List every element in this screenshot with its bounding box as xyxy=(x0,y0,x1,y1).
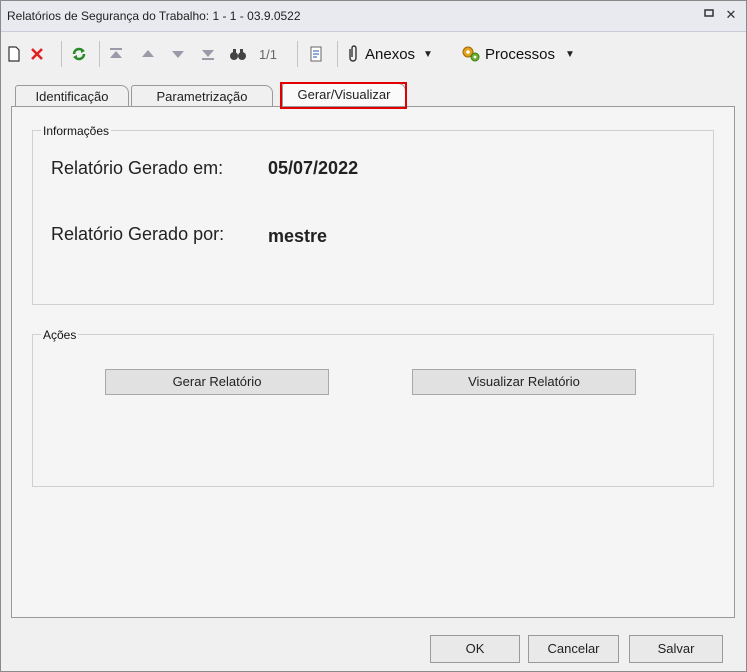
chevron-down-icon: ▼ xyxy=(565,48,575,60)
gears-icon xyxy=(461,45,481,63)
search-icon[interactable] xyxy=(227,43,249,65)
tab-gerar-visualizar[interactable]: Gerar/Visualizar xyxy=(282,83,406,108)
chevron-down-icon: ▼ xyxy=(423,48,433,60)
tab-label: Parametrização xyxy=(156,89,248,104)
toolbar-separator xyxy=(61,41,62,67)
next-record-icon[interactable] xyxy=(167,43,189,65)
tab-parametrizacao[interactable]: Parametrização xyxy=(131,85,273,108)
maximize-icon[interactable] xyxy=(701,7,717,23)
title-bar: Relatórios de Segurança do Trabalho: 1 -… xyxy=(1,1,746,32)
actions-group-title: Ações xyxy=(41,328,79,342)
paperclip-icon xyxy=(345,45,361,63)
first-record-icon[interactable] xyxy=(105,43,127,65)
close-icon[interactable]: ✕ xyxy=(723,7,739,23)
dialog-window: Relatórios de Segurança do Trabalho: 1 -… xyxy=(0,0,747,672)
actions-groupbox xyxy=(32,334,714,487)
window-title: Relatórios de Segurança do Trabalho: 1 -… xyxy=(7,9,301,23)
attachments-label: Anexos xyxy=(365,45,416,63)
generated-on-value: 05/07/2022 xyxy=(268,158,359,178)
previous-record-icon[interactable] xyxy=(137,43,159,65)
tab-label: Identificação xyxy=(35,89,109,104)
generated-by-value: mestre xyxy=(268,226,328,246)
generated-on-label: Relatório Gerado em: xyxy=(51,158,224,178)
new-record-icon[interactable] xyxy=(5,43,23,65)
report-icon[interactable] xyxy=(305,43,327,65)
cancel-button[interactable]: Cancelar xyxy=(528,635,619,663)
info-groupbox xyxy=(32,130,714,305)
tab-label: Gerar/Visualizar xyxy=(297,87,391,102)
record-position: 1/1 xyxy=(258,46,278,62)
delete-icon[interactable] xyxy=(27,43,47,65)
ok-button[interactable]: OK xyxy=(430,635,520,663)
toolbar-separator xyxy=(99,41,100,67)
toolbar-separator xyxy=(337,41,338,67)
generate-report-button[interactable]: Gerar Relatório xyxy=(105,369,329,395)
tab-identificacao[interactable]: Identificação xyxy=(15,85,129,108)
view-report-button[interactable]: Visualizar Relatório xyxy=(412,369,636,395)
last-record-icon[interactable] xyxy=(197,43,219,65)
attachments-menu[interactable]: Anexos ▼ xyxy=(345,43,457,65)
refresh-icon[interactable] xyxy=(69,43,89,65)
processes-menu[interactable]: Processos ▼ xyxy=(461,43,591,65)
toolbar-separator xyxy=(297,41,298,67)
info-group-title: Informações xyxy=(41,124,112,138)
processes-label: Processos xyxy=(485,45,556,63)
save-button[interactable]: Salvar xyxy=(629,635,723,663)
generated-by-label: Relatório Gerado por: xyxy=(51,224,225,244)
